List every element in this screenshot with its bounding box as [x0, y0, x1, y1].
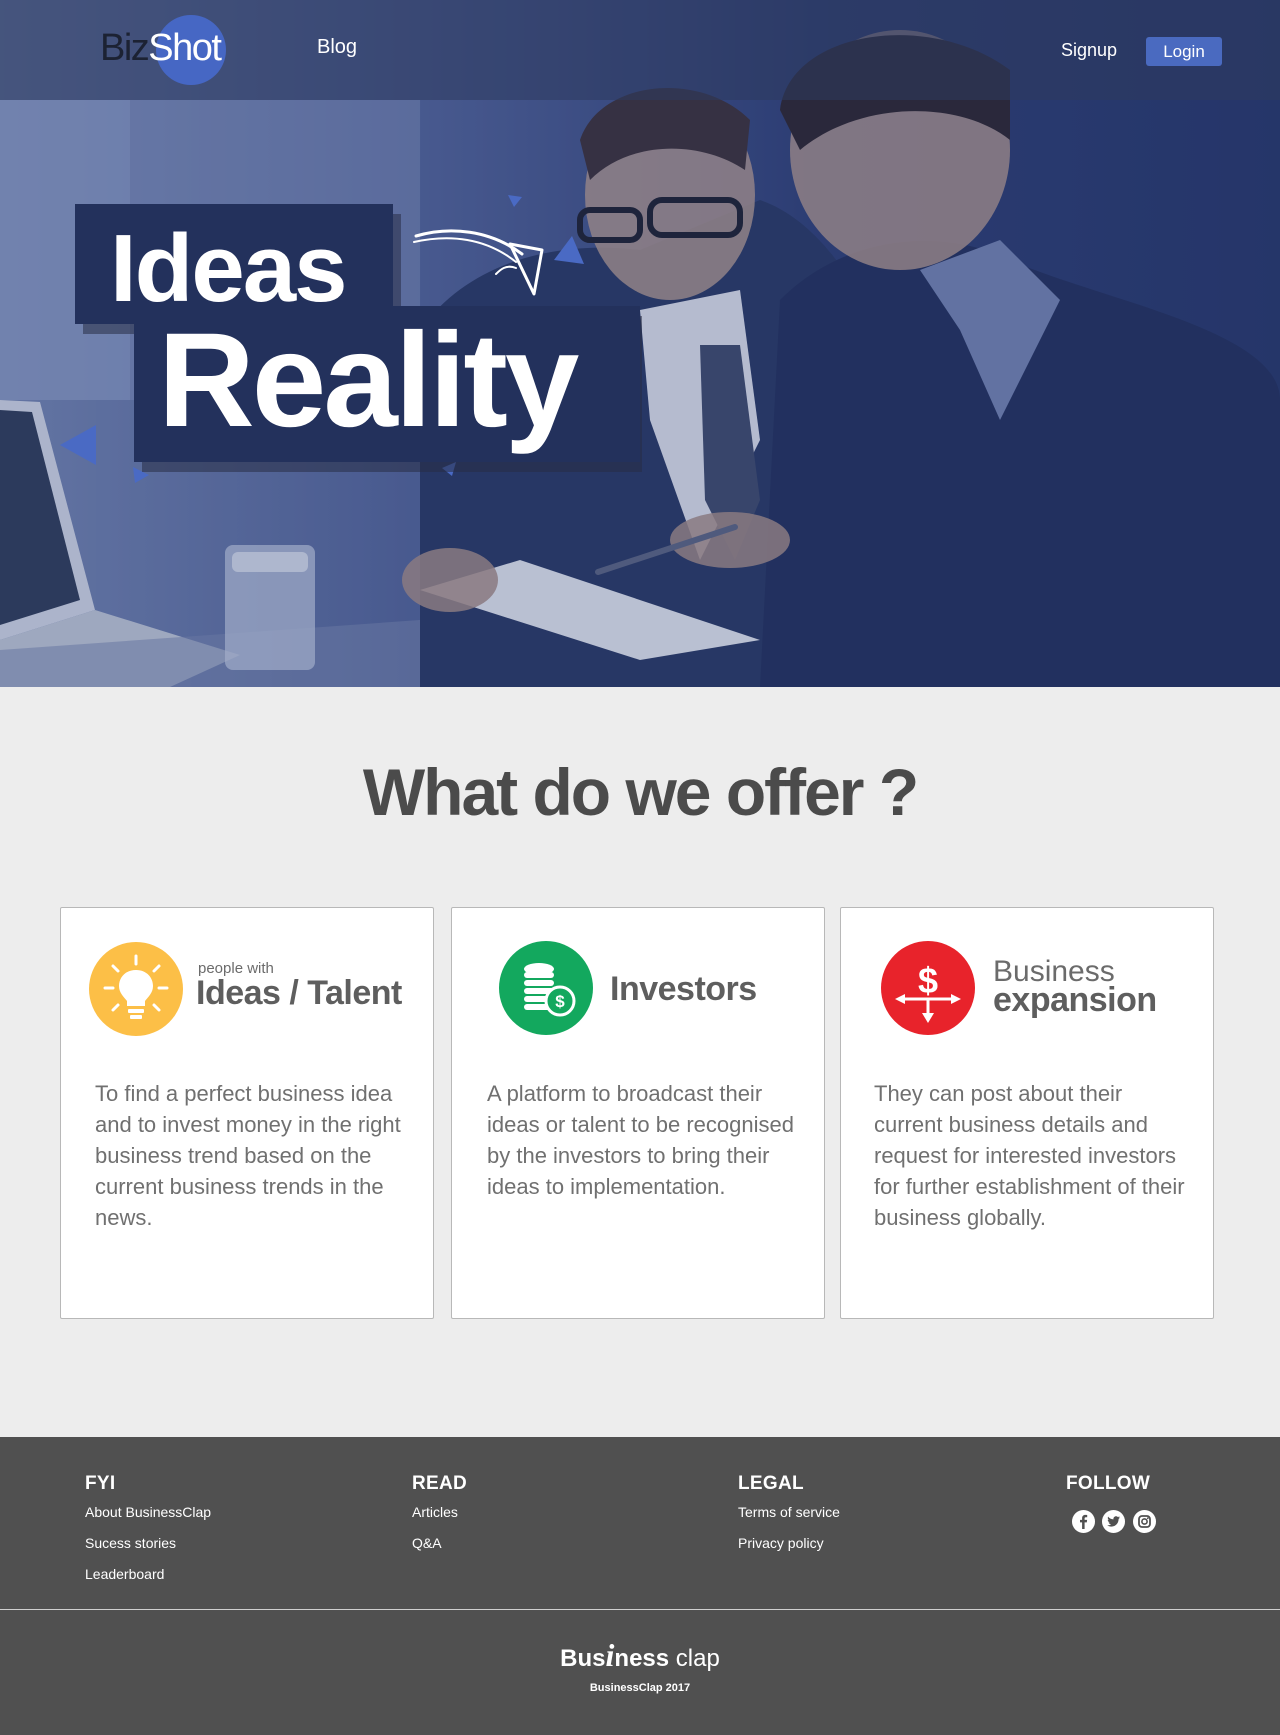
nav-blog-link[interactable]: Blog: [317, 36, 357, 59]
svg-text:$: $: [555, 992, 565, 1011]
lightbulb-icon: [89, 942, 183, 1036]
coins-icon: $: [499, 941, 593, 1035]
offer-card-investors: $ Investors A platform to broadcast thei…: [451, 907, 825, 1319]
footer-link-leaderboard[interactable]: Leaderboard: [85, 1563, 211, 1585]
bizshot-logo[interactable]: BizShot: [100, 14, 240, 86]
brand-ness: ness: [614, 1645, 670, 1672]
dollar-expansion-icon: $: [881, 941, 975, 1035]
footer-link-articles[interactable]: Articles: [412, 1501, 467, 1523]
facebook-icon[interactable]: [1072, 1510, 1095, 1533]
login-button[interactable]: Login: [1146, 37, 1222, 66]
logo-text: BizShot: [100, 26, 222, 70]
footer-heading: LEGAL: [738, 1473, 804, 1494]
footer-column-read: READ Articles Q&A: [412, 1473, 467, 1554]
decorative-triangle: [508, 195, 522, 207]
twitter-icon[interactable]: [1102, 1510, 1126, 1533]
copyright-text: BusinessClap 2017: [589, 1682, 691, 1694]
social-icons: [1072, 1510, 1159, 1534]
signup-link[interactable]: Signup: [1061, 40, 1117, 61]
brand-bus: Bus: [560, 1645, 606, 1672]
offer-card-ideas: people with Ideas / Talent To find a per…: [60, 907, 434, 1319]
offer-card-business-expansion: $ Business expansion They can post about…: [840, 907, 1214, 1319]
logo-shot: Shot: [148, 27, 222, 69]
footer-heading: FOLLOW: [1066, 1473, 1151, 1494]
card-description: A platform to broadcast their ideas or t…: [487, 1081, 794, 1199]
instagram-icon[interactable]: [1132, 1510, 1156, 1533]
footer-link-success-stories[interactable]: Sucess stories: [85, 1532, 211, 1554]
footer-column-legal: LEGAL Terms of service Privacy policy: [738, 1473, 840, 1554]
footer-link-privacy[interactable]: Privacy policy: [738, 1532, 840, 1554]
hero-banner: BizShot Blog Signup Login Ideas Reality: [0, 0, 1280, 687]
decorative-triangle: [554, 236, 584, 264]
footer-heading: FYI: [85, 1473, 116, 1494]
footer-heading: READ: [412, 1473, 468, 1494]
card-heading: Investors: [610, 970, 757, 1008]
logo-biz: Biz: [100, 27, 150, 69]
footer-link-about[interactable]: About BusinessClap: [85, 1501, 211, 1523]
brand-clap: clap: [675, 1645, 720, 1672]
card-description: To find a perfect business idea and to i…: [95, 1081, 401, 1230]
footer-link-qa[interactable]: Q&A: [412, 1532, 467, 1554]
decorative-triangle: [60, 425, 96, 465]
card-heading: Ideas / Talent: [196, 974, 402, 1012]
footer-column-follow: FOLLOW: [1066, 1473, 1150, 1495]
footer-divider: [0, 1609, 1280, 1610]
businessclap-logo: Business clap: [0, 1639, 1280, 1674]
card-description: They can post about their current busine…: [874, 1081, 1185, 1230]
hero-reality-text: Reality: [158, 306, 579, 455]
offer-section-title: What do we offer ?: [362, 755, 919, 829]
svg-text:$: $: [918, 960, 938, 1001]
footer-link-terms[interactable]: Terms of service: [738, 1501, 840, 1523]
footer-column-fyi: FYI About BusinessClap Sucess stories Le…: [85, 1473, 211, 1585]
doodle-arrow-icon: [413, 229, 544, 296]
card-heading: expansion: [993, 981, 1157, 1019]
